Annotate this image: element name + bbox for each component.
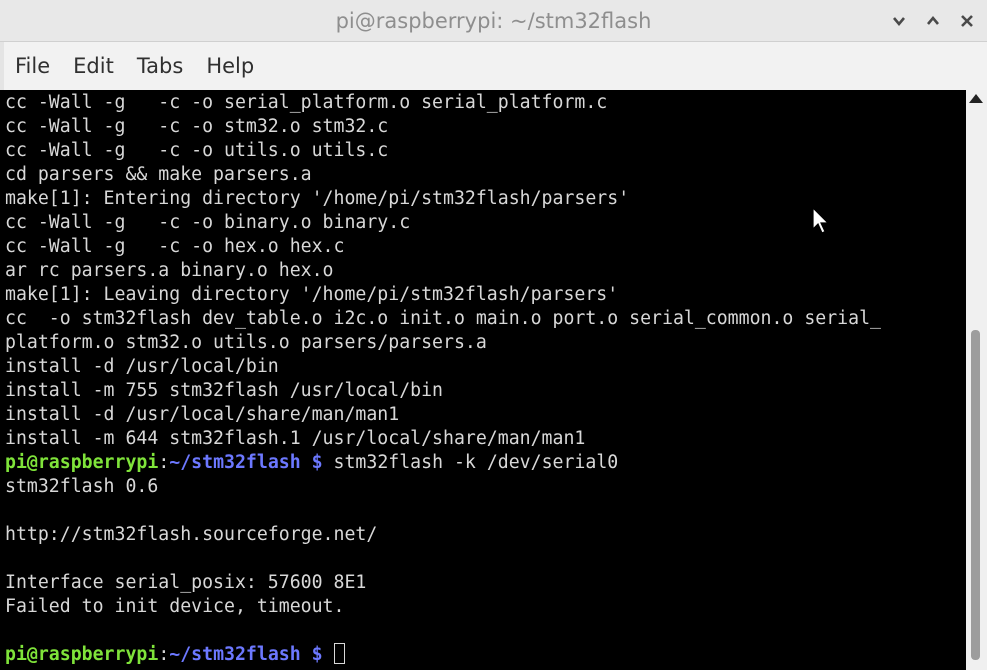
vertical-scrollbar[interactable]: [966, 90, 987, 670]
terminal-line: make[1]: Entering directory '/home/pi/st…: [5, 188, 630, 209]
prompt-path: ~/stm32flash $: [169, 644, 323, 665]
terminal-line: cc -Wall -g -c -o binary.o binary.c: [5, 212, 411, 233]
command-text: stm32flash -k /dev/serial0: [322, 452, 619, 473]
mouse-pointer-icon: [812, 206, 832, 241]
chevron-up-icon: [927, 15, 939, 25]
terminal-line: make[1]: Leaving directory '/home/pi/stm…: [5, 284, 619, 305]
menu-tabs[interactable]: Tabs: [137, 54, 184, 78]
terminal-line: cc -Wall -g -c -o utils.o utils.c: [5, 140, 389, 161]
close-icon: [961, 15, 973, 27]
maximize-button[interactable]: [923, 11, 943, 31]
menu-bar: File Edit Tabs Help: [0, 42, 987, 90]
terminal-line: ar rc parsers.a binary.o hex.o: [5, 260, 334, 281]
terminal-line: http://stm32flash.sourceforge.net/: [5, 524, 378, 545]
terminal-output[interactable]: cc -Wall -g -c -o serial_platform.o seri…: [0, 90, 966, 670]
terminal-line: install -d /usr/local/bin: [5, 356, 279, 377]
terminal-line: cc -o stm32flash dev_table.o i2c.o init.…: [5, 308, 881, 329]
close-button[interactable]: [957, 11, 977, 31]
terminal-line: cc -Wall -g -c -o hex.o hex.c: [5, 236, 345, 257]
window-controls: [889, 0, 977, 42]
window-title: pi@raspberrypi: ~/stm32flash: [335, 9, 652, 33]
terminal-line: install -d /usr/local/share/man/man1: [5, 404, 400, 425]
title-bar[interactable]: pi@raspberrypi: ~/stm32flash: [0, 0, 987, 42]
menu-help[interactable]: Help: [206, 54, 254, 78]
prompt-line: pi@raspberrypi:~/stm32flash $ stm32flash…: [5, 451, 618, 475]
prompt-user: pi@raspberrypi: [5, 644, 159, 665]
terminal-line: cc -Wall -g -c -o stm32.o stm32.c: [5, 116, 389, 137]
minimize-button[interactable]: [889, 11, 909, 31]
scrollbar-thumb[interactable]: [971, 330, 980, 660]
active-prompt-line[interactable]: pi@raspberrypi:~/stm32flash $: [5, 643, 345, 667]
terminal-line: install -m 644 stm32flash.1 /usr/local/s…: [5, 428, 586, 449]
terminal-line: install -m 755 stm32flash /usr/local/bin: [5, 380, 443, 401]
terminal-line: Interface serial_posix: 57600 8E1: [5, 572, 367, 593]
scroll-up-arrow-icon[interactable]: [969, 94, 983, 103]
menu-file[interactable]: File: [15, 54, 50, 78]
prompt-user: pi@raspberrypi: [5, 452, 159, 473]
menu-edit[interactable]: Edit: [73, 54, 114, 78]
terminal-line: platform.o stm32.o utils.o parsers/parse…: [5, 332, 487, 353]
terminal-line: Failed to init device, timeout.: [5, 596, 345, 617]
terminal-line: cd parsers && make parsers.a: [5, 164, 312, 185]
terminal-line: stm32flash 0.6: [5, 476, 159, 497]
terminal-line: cc -Wall -g -c -o serial_platform.o seri…: [5, 92, 608, 113]
prompt-colon: :: [158, 452, 170, 473]
prompt-colon: :: [158, 644, 170, 665]
text-cursor: [333, 643, 345, 664]
prompt-path: ~/stm32flash $: [169, 452, 323, 473]
chevron-down-icon: [893, 17, 905, 27]
